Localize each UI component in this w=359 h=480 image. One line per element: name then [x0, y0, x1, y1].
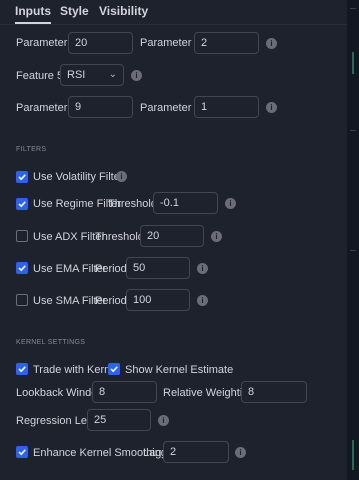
- info-icon[interactable]: i: [211, 231, 222, 242]
- settings-panel: Inputs Style Visibility Parameter A 20 P…: [0, 0, 347, 480]
- trade-with-kernel-label: Trade with Kernel: [33, 364, 119, 376]
- ema-period-input[interactable]: 50: [126, 257, 190, 279]
- show-kernel-estimate-checkbox[interactable]: [108, 363, 120, 375]
- use-regime-filter-checkbox[interactable]: [16, 198, 28, 210]
- info-icon[interactable]: i: [197, 263, 208, 274]
- tab-bar: Inputs Style Visibility: [0, 0, 347, 25]
- use-adx-filter-checkbox[interactable]: [16, 230, 28, 242]
- info-icon[interactable]: i: [116, 171, 127, 182]
- parameter-b-input[interactable]: 1: [194, 96, 259, 118]
- regime-threshold-input[interactable]: -0.1: [153, 192, 218, 214]
- parameter-a-input[interactable]: 9: [68, 96, 133, 118]
- ema-period-label: Period: [95, 263, 127, 275]
- parameter-b-label: Parameter B: [140, 102, 202, 114]
- feature-5-value: RSI: [67, 69, 86, 81]
- chart-edge-strip: [347, 0, 359, 480]
- info-icon[interactable]: i: [235, 447, 246, 458]
- adx-threshold-input[interactable]: 20: [140, 225, 204, 247]
- tab-inputs[interactable]: Inputs: [15, 4, 51, 24]
- info-icon[interactable]: i: [131, 70, 142, 81]
- divider: [350, 250, 356, 251]
- tab-style[interactable]: Style: [60, 4, 89, 18]
- info-icon[interactable]: i: [197, 295, 208, 306]
- sma-period-label: Period: [95, 295, 127, 307]
- adx-threshold-label: Threshold: [95, 231, 144, 243]
- chart-line-fragment: [352, 440, 354, 470]
- tab-visibility[interactable]: Visibility: [99, 4, 148, 18]
- info-icon[interactable]: i: [225, 198, 236, 209]
- parameter-b-input[interactable]: 2: [194, 32, 259, 54]
- divider: [350, 130, 356, 131]
- smoothing-lag-label: Lag: [143, 447, 162, 459]
- parameter-a-input[interactable]: 20: [68, 32, 133, 54]
- feature-5-select[interactable]: RSI ⌄: [60, 64, 124, 86]
- parameter-b-label: Parameter B: [140, 37, 202, 49]
- use-sma-filter-checkbox[interactable]: [16, 294, 28, 306]
- info-icon[interactable]: i: [266, 38, 277, 49]
- info-icon[interactable]: i: [158, 415, 169, 426]
- trade-with-kernel-checkbox[interactable]: [16, 363, 28, 375]
- smoothing-lag-input[interactable]: 2: [163, 441, 229, 463]
- chart-line-fragment: [352, 52, 354, 74]
- enhance-kernel-smoothing-checkbox[interactable]: [16, 446, 28, 458]
- info-icon[interactable]: i: [266, 102, 277, 113]
- relative-weighting-input[interactable]: 8: [241, 381, 307, 403]
- divider: [350, 8, 356, 9]
- show-kernel-estimate-label: Show Kernel Estimate: [125, 364, 234, 376]
- use-volatility-filter-label: Use Volatility Filter: [33, 171, 124, 183]
- regime-threshold-label: Threshold: [108, 198, 157, 210]
- filters-section-label: FILTERS: [16, 146, 47, 153]
- feature-5-label: Feature 5: [16, 70, 64, 82]
- use-ema-filter-checkbox[interactable]: [16, 262, 28, 274]
- regression-level-input[interactable]: 25: [87, 409, 151, 431]
- lookback-window-input[interactable]: 8: [92, 381, 157, 403]
- sma-period-input[interactable]: 100: [126, 289, 190, 311]
- kernel-settings-section-label: KERNEL SETTINGS: [16, 339, 86, 346]
- use-volatility-filter-checkbox[interactable]: [16, 171, 28, 183]
- chevron-down-icon: ⌄: [108, 69, 117, 80]
